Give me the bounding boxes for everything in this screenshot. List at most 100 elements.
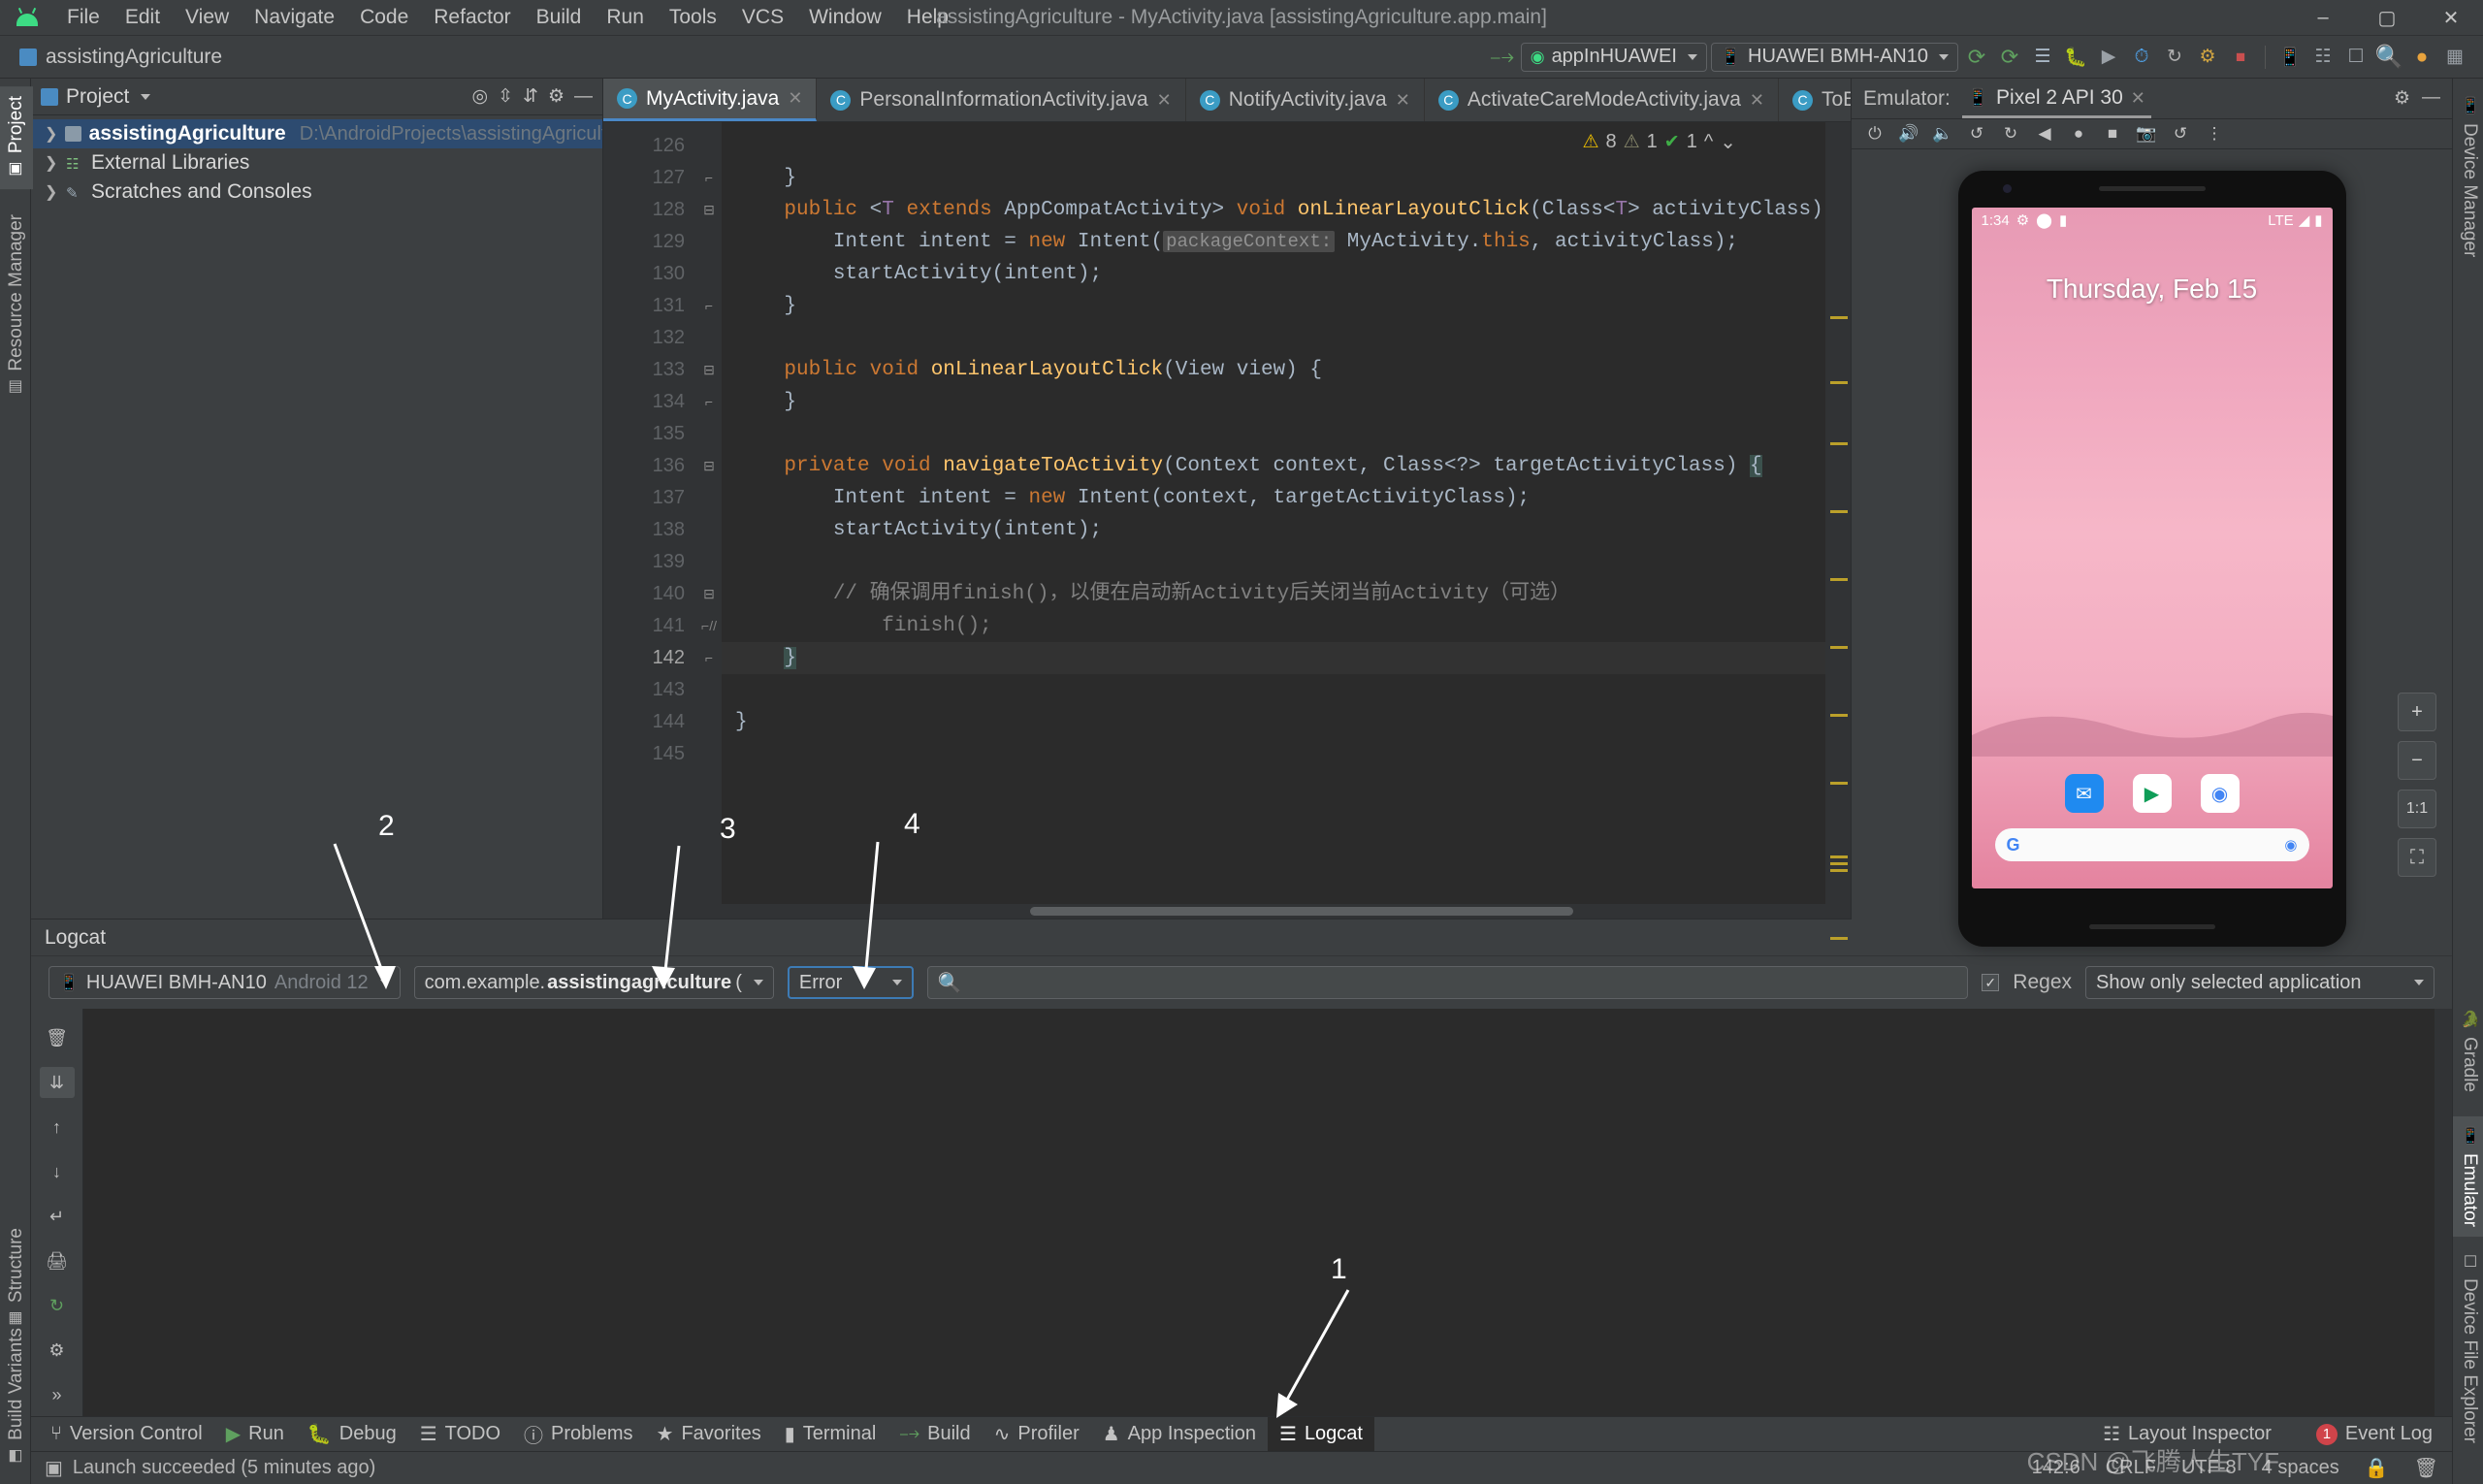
home-icon[interactable]: ● bbox=[2063, 119, 2094, 148]
code-line[interactable]: private void navigateToActivity(Context … bbox=[722, 450, 1825, 482]
menu-edit[interactable]: Edit bbox=[113, 2, 173, 33]
bottom-item-favorites[interactable]: ★ Favorites bbox=[645, 1417, 773, 1451]
tab-activatecaremodeactivity[interactable]: C ActivateCareModeActivity.java ✕ bbox=[1425, 79, 1779, 121]
code-line[interactable]: } bbox=[722, 706, 1825, 738]
tree-item-external-libraries[interactable]: ❯ ☷ External Libraries bbox=[31, 148, 602, 177]
account-icon[interactable]: ● bbox=[2407, 43, 2436, 72]
code-line[interactable] bbox=[722, 738, 1825, 770]
chevron-down-icon[interactable] bbox=[141, 93, 151, 100]
code-line[interactable]: // 确保调用finish()，以便在启动新Activity后关闭当前Activ… bbox=[722, 578, 1825, 610]
sdk-tools-icon[interactable]: ☷ bbox=[2308, 43, 2338, 72]
fit-screen-button[interactable]: ⛶ bbox=[2398, 838, 2436, 877]
back-icon[interactable]: ◀ bbox=[2029, 119, 2060, 148]
fold-expand-icon[interactable]: ⊟ bbox=[696, 450, 722, 482]
file-encoding[interactable]: UTF-8 bbox=[2181, 1457, 2237, 1479]
app-dock[interactable]: ✉ ▶ ◉ bbox=[1972, 774, 2333, 813]
code-line[interactable]: finish(); bbox=[722, 610, 1825, 642]
code-line[interactable]: } bbox=[722, 386, 1825, 418]
close-button[interactable]: ✕ bbox=[2419, 0, 2483, 35]
fold-collapse-icon[interactable]: ⌐ bbox=[696, 290, 722, 322]
code-line[interactable]: Intent intent = new Intent(packageContex… bbox=[722, 226, 1825, 258]
actual-size-button[interactable]: 1:1 bbox=[2398, 790, 2436, 828]
project-tree[interactable]: ❯ assistingAgriculture D:\AndroidProject… bbox=[31, 115, 602, 919]
code-line[interactable] bbox=[722, 674, 1825, 706]
menu-bar[interactable]: File Edit View Navigate Code Refactor Bu… bbox=[54, 2, 961, 33]
fold-collapse-icon[interactable]: ⌐ bbox=[696, 162, 722, 194]
chevron-right-icon[interactable]: ❯ bbox=[45, 153, 58, 173]
tab-personalinformationactivity[interactable]: C PersonalInformationActivity.java ✕ bbox=[817, 79, 1186, 121]
code-line[interactable]: public void onLinearLayoutClick(View vie… bbox=[722, 354, 1825, 386]
debug-icon[interactable]: 🐛 bbox=[2061, 43, 2090, 72]
source-code[interactable]: } public <T extends AppCompatActivity> v… bbox=[722, 122, 1825, 904]
chevron-right-icon[interactable]: ❯ bbox=[45, 182, 58, 202]
chevron-right-icon[interactable]: ❯ bbox=[45, 124, 57, 144]
hammer-icon[interactable]: ⤍ bbox=[1488, 43, 1517, 72]
device-manager-icon[interactable]: ☐ bbox=[2341, 43, 2370, 72]
sidebar-item-resource-manager[interactable]: ▤ Resource Manager bbox=[0, 205, 33, 407]
emulator-toolbar[interactable]: ⏻ 🔊 🔈 ↺ ↻ ◀ ● ■ 📷 ↺ ⋮ bbox=[1852, 119, 2452, 149]
volume-up-icon[interactable]: 🔊 bbox=[1893, 119, 1924, 148]
editor-tab-bar[interactable]: C MyActivity.java ✕ C PersonalInformatio… bbox=[603, 79, 1982, 122]
layout-icon[interactable]: ▦ bbox=[2440, 43, 2469, 72]
menu-file[interactable]: File bbox=[54, 2, 113, 33]
apply-changes-icon[interactable]: ☰ bbox=[2028, 43, 2057, 72]
inspection-widget[interactable]: ⚠ 8 ⚠ 1 ✔ 1 ^ ⌄ bbox=[1582, 130, 1736, 154]
run-coverage-icon[interactable]: ⟳ bbox=[1995, 43, 2024, 72]
next-problem-icon[interactable]: ⌄ bbox=[1720, 130, 1736, 154]
hide-icon[interactable]: — bbox=[574, 86, 593, 108]
indent-setting[interactable]: 4 spaces bbox=[2262, 1457, 2339, 1479]
code-line[interactable]: public <T extends AppCompatActivity> voi… bbox=[722, 194, 1825, 226]
bottom-item-todo[interactable]: ☰ TODO bbox=[408, 1417, 512, 1451]
code-line[interactable]: } bbox=[722, 162, 1825, 194]
messages-icon[interactable]: ✉ bbox=[2064, 774, 2104, 813]
code-line[interactable] bbox=[722, 322, 1825, 354]
hide-icon[interactable]: — bbox=[2422, 87, 2440, 110]
menu-window[interactable]: Window bbox=[796, 2, 894, 33]
restart-icon[interactable]: ↻ bbox=[40, 1290, 75, 1321]
code-line[interactable]: } bbox=[722, 642, 1825, 674]
tree-item-scratches-and-consoles[interactable]: ❯ ✎ Scratches and Consoles bbox=[31, 177, 602, 207]
logcat-scrollbar[interactable] bbox=[2435, 1009, 2452, 1416]
bottom-item-run[interactable]: ▶ Run bbox=[214, 1417, 296, 1451]
bottom-item-app-inspection[interactable]: ♟ App Inspection bbox=[1091, 1417, 1268, 1451]
refresh-icon[interactable]: ↻ bbox=[2160, 43, 2189, 72]
logcat-filter-bar[interactable]: 📱 HUAWEI BMH-AN10 Android 12 com.example… bbox=[31, 956, 2452, 1009]
power-icon[interactable]: ⏻ bbox=[1859, 119, 1890, 148]
tab-myactivity[interactable]: C MyActivity.java ✕ bbox=[603, 79, 818, 121]
more-icon[interactable]: ⋮ bbox=[2199, 119, 2230, 148]
code-line[interactable]: } bbox=[722, 290, 1825, 322]
fold-expand-icon[interactable]: ⊟ bbox=[696, 194, 722, 226]
sidebar-item-build-variants[interactable]: ◨ Build Variants bbox=[0, 1318, 33, 1476]
bottom-item-build[interactable]: ⤍ Build bbox=[887, 1418, 982, 1450]
logcat-side-toolbar[interactable]: 🗑 ⇊ ↑ ↓ ↵ 🖨 ↻ ⚙ » bbox=[31, 1009, 83, 1416]
event-log-button[interactable]: 1 Event Log bbox=[2305, 1418, 2444, 1450]
screenshot-icon[interactable]: 📷 bbox=[2131, 119, 2162, 148]
overview-icon[interactable]: ■ bbox=[2097, 119, 2128, 148]
maximize-button[interactable]: ▢ bbox=[2355, 0, 2419, 35]
layout-inspector-button[interactable]: ☷ Layout Inspector bbox=[2091, 1417, 2283, 1451]
emulator-display[interactable]: 1:34 ⚙ ⬤ ▮ LTE ◢ ▮ Thursday, Feb 15 ✉ ▶ … bbox=[1852, 149, 2452, 947]
select-opened-file-icon[interactable]: ◎ bbox=[472, 85, 489, 108]
attach-debugger-icon[interactable]: ▶ bbox=[2094, 43, 2123, 72]
microphone-icon[interactable]: ◉ bbox=[2284, 836, 2297, 854]
menu-code[interactable]: Code bbox=[347, 2, 421, 33]
bottom-item-logcat[interactable]: ☰ Logcat bbox=[1268, 1417, 1374, 1451]
fold-expand-icon[interactable]: ⊟ bbox=[696, 578, 722, 610]
scroll-to-end-icon[interactable]: ⇊ bbox=[39, 1067, 75, 1098]
up-icon[interactable]: ↑ bbox=[40, 1112, 75, 1143]
rotate-left-icon[interactable]: ↺ bbox=[1961, 119, 1992, 148]
close-icon[interactable]: ✕ bbox=[1750, 90, 1764, 111]
run-config-selector[interactable]: ◉ appInHUAWEI bbox=[1520, 42, 1707, 72]
bottom-item-terminal[interactable]: ▮ Terminal bbox=[773, 1417, 888, 1451]
profile-icon[interactable]: ⏱ bbox=[2127, 43, 2156, 72]
stop-icon[interactable]: ■ bbox=[2226, 43, 2255, 72]
minimize-button[interactable]: – bbox=[2291, 0, 2355, 35]
code-folding-column[interactable]: ⌐ ⊟ ⌐ ⊟ ⌐ ⊟ ⊟ ⌐//⌐ bbox=[696, 122, 722, 904]
right-tool-rail[interactable]: 📱 Device Manager 🐊 Gradle 📱 Emulator ☐ D… bbox=[2452, 79, 2483, 1484]
horizontal-scrollbar[interactable] bbox=[603, 904, 1851, 919]
sidebar-item-project[interactable]: ▣ Project bbox=[0, 86, 33, 190]
bottom-item-version-control[interactable]: ⑂ Version Control bbox=[39, 1418, 214, 1450]
collapse-all-icon[interactable]: ⇵ bbox=[523, 85, 538, 108]
bottom-item-debug[interactable]: 🐛 Debug bbox=[296, 1417, 408, 1451]
volume-down-icon[interactable]: 🔈 bbox=[1927, 119, 1958, 148]
